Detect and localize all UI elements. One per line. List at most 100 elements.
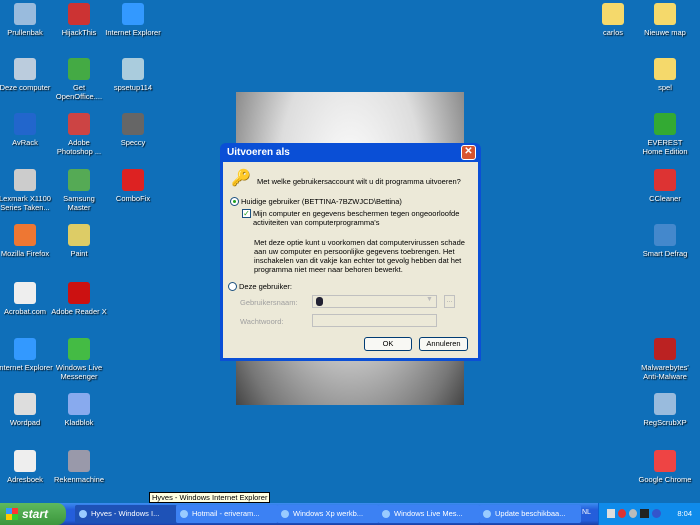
desktop-icon[interactable]: Internet Explorer [0,338,53,372]
calculator-icon [68,450,90,472]
desktop-icon-label: Wordpad [9,418,41,427]
password-field[interactable] [312,314,437,327]
desktop-icon-label: Windows Live Messenger [55,363,103,381]
dialog-titlebar[interactable]: Uitvoeren als ✕ [223,143,478,162]
taskbar-button[interactable]: Update beschikbaa... [479,505,581,523]
current-user-radio[interactable]: Huidige gebruiker (BETTINA-7BZWJCD\Betti… [230,197,402,206]
desktop-icon[interactable]: Malwarebytes' Anti-Malware [637,338,693,381]
keys-icon: 🔑 [231,170,251,187]
desktop-icon-label: RegScrubXP [643,418,687,427]
notepad-icon [68,393,90,415]
clock[interactable]: 8:04 [677,509,692,518]
desktop-icon[interactable]: Adresboek [0,450,53,484]
desktop-icon[interactable]: Adobe Reader X [51,282,107,316]
desktop-icon[interactable]: Acrobat.com [0,282,53,316]
username-combobox[interactable]: ▼ [312,295,437,308]
close-button[interactable]: ✕ [461,145,476,160]
address-book-icon [14,450,36,472]
desktop-icon-label: Google Chrome [638,475,692,484]
cancel-button[interactable]: Annuleren [419,337,468,351]
desktop-icon[interactable]: Get OpenOffice.... [51,58,107,101]
desktop-icon-label: Internet Explorer [105,28,161,37]
desktop-icon[interactable]: Wordpad [0,393,53,427]
desktop-icon[interactable]: Speccy [105,113,161,147]
speccy-icon [122,113,144,135]
taskbar-button[interactable]: Hyves - Windows I... [75,505,177,523]
desktop-icon[interactable]: Google Chrome [637,450,693,484]
wordpad-icon [14,393,36,415]
adobe-reader-icon [68,282,90,304]
desktop-icon[interactable]: Deze computer [0,58,53,92]
desktop-icon[interactable]: HijackThis [51,3,107,37]
desktop-icon[interactable]: Rekenmachine [51,450,107,484]
ok-button[interactable]: OK [364,337,412,351]
desktop-icon-label: Speccy [120,138,146,147]
windows-logo-icon [6,508,18,520]
desktop-icon-label: Nieuwe map [644,28,686,37]
taskbar-button[interactable]: Hotmail - eriveram... [176,505,278,523]
ie-icon [14,338,36,360]
desktop: Prullenbak HijackThis Internet Explorer Dez… [0,0,700,503]
desktop-icon[interactable]: Paint [51,224,107,258]
ie-icon [180,510,188,518]
start-button[interactable]: start [0,503,66,525]
desktop-icon-label: Kladblok [64,418,94,427]
desktop-icon[interactable]: Nieuwe map [637,3,693,37]
question-text: Met welke gebruikersaccount wilt u dit p… [257,177,461,186]
desktop-icon-label: Internet Explorer [0,363,53,372]
radio-unselected-icon [228,282,237,291]
desktop-icon-label: Rekenmachine [53,475,105,484]
desktop-icon-label: carlos [602,28,623,37]
update-icon [483,510,491,518]
computer-icon [14,58,36,80]
desktop-icon[interactable]: Prullenbak [0,3,53,37]
taskbar-button[interactable]: Windows Xp werkb... [277,505,379,523]
chrome-icon [654,450,676,472]
combofix-icon [122,169,144,191]
ie-icon [79,510,87,518]
ccleaner-icon [654,169,676,191]
tray-icons[interactable] [607,509,661,518]
dialog-title: Uitvoeren als [227,147,290,158]
desktop-icon-label: HijackThis [61,28,97,37]
desktop-icon-label: Smart Defrag [642,249,688,258]
desktop-icon[interactable]: Kladblok [51,393,107,427]
desktop-icon-label: Adobe Reader X [51,307,107,316]
desktop-icon[interactable]: Lexmark X1100 Series Taken... [0,169,53,212]
firefox-icon [14,224,36,246]
desktop-icon[interactable]: Windows Live Messenger [51,338,107,381]
acrobat-icon [14,282,36,304]
desktop-icon[interactable]: EVEREST Home Edition [637,113,693,156]
everest-icon [654,113,676,135]
folder-icon [654,58,676,80]
desktop-icon[interactable]: Adobe Photoshop ... [51,113,107,156]
samsung-icon [68,169,90,191]
hijackthis-icon [68,3,90,25]
desktop-icon-label: Malwarebytes' Anti-Malware [641,363,689,381]
desktop-icon-label: Get OpenOffice.... [55,83,103,101]
other-user-radio[interactable]: Deze gebruiker: [228,282,292,291]
desktop-icon[interactable]: AvRack [0,113,53,147]
openoffice-icon [68,58,90,80]
desktop-icon[interactable]: Internet Explorer [105,3,161,37]
system-tray: 8:04 [598,503,700,525]
ie-icon [122,3,144,25]
desktop-icon-label: Lexmark X1100 Series Taken... [0,194,51,212]
protect-checkbox[interactable]: ✓ Mijn computer en gegevens beschermen t… [242,209,459,227]
desktop-icon[interactable]: CCleaner [637,169,693,203]
desktop-icon[interactable]: spel [637,58,693,92]
chevron-down-icon: ▼ [426,296,433,303]
desktop-icon[interactable]: Mozilla Firefox [0,224,53,258]
desktop-icon[interactable]: spsetup114 [105,58,161,92]
desktop-icon[interactable]: ComboFix [105,169,161,203]
desktop-icon[interactable]: carlos [585,3,641,37]
paint-icon [68,224,90,246]
browse-button[interactable]: ... [444,295,455,308]
desktop-icon[interactable]: Samsung Master [51,169,107,212]
language-indicator[interactable]: NL [582,509,591,516]
taskbar-button[interactable]: Windows Live Mes... [378,505,480,523]
desktop-icon[interactable]: RegScrubXP [637,393,693,427]
user-icon [316,297,323,306]
desktop-icon[interactable]: Smart Defrag [637,224,693,258]
folder-icon [602,3,624,25]
